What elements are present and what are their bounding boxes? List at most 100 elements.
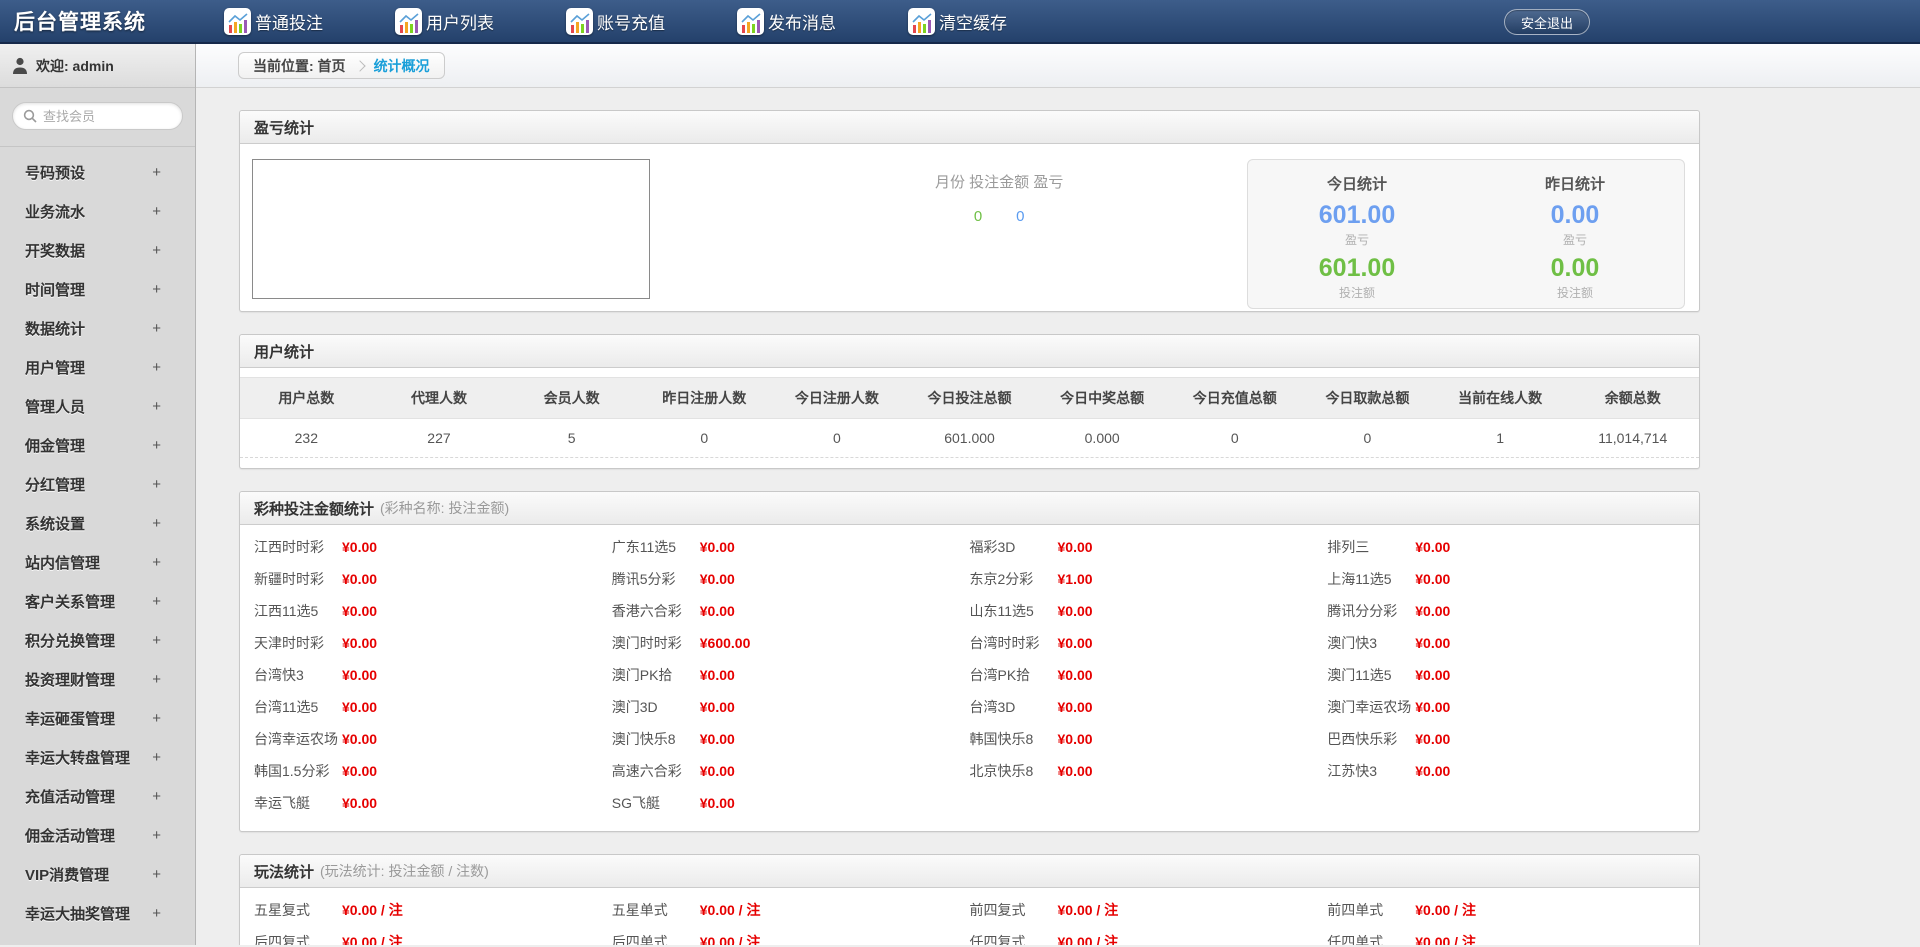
lottery-amount: ¥0.00 <box>1057 539 1093 555</box>
sidebar-menu-item[interactable]: VIP消费管理 + <box>0 855 195 894</box>
sidebar-menu-item[interactable]: 幸运大转盘管理 + <box>0 738 195 777</box>
lottery-amount: ¥0.00 <box>342 667 378 683</box>
chevron-right-icon <box>353 60 366 72</box>
lottery-item: 台湾PK拾 ¥0.00 <box>970 659 1328 691</box>
users-column-header: 昨日注册人数 <box>662 390 747 406</box>
sidebar-menu-item[interactable]: 幸运砸蛋管理 + <box>0 699 195 738</box>
sidebar-menu-item[interactable]: 系统设置 + <box>0 504 195 543</box>
expand-plus-icon: + <box>152 164 161 181</box>
play-item: 五星单式 ¥0.00 / 注 <box>612 894 970 926</box>
sidebar-menu-item-label: 系统设置 <box>25 516 86 533</box>
top-menu-item[interactable]: 普通投注 <box>224 7 323 35</box>
lottery-item: 台湾幸运农场 ¥0.00 <box>254 723 612 755</box>
sidebar-menu-item[interactable]: 号码预设 + <box>0 153 195 192</box>
sidebar-menu-item[interactable]: 佣金管理 + <box>0 426 195 465</box>
users-column-header: 当前在线人数 <box>1458 390 1543 406</box>
sidebar-menu-item[interactable]: 幸运大抽奖管理 + <box>0 894 195 933</box>
users-table-header: 用户总数 代理人数 会员人数 昨日注册人数 今日注册人数 今日投注总额 今日中奖… <box>240 377 1699 419</box>
sidebar-menu-item-label: 数据统计 <box>25 321 86 338</box>
lottery-name: 韩国快乐8 <box>969 731 1034 747</box>
chart-icon <box>908 7 935 35</box>
lottery-item: 澳门快乐8 ¥0.00 <box>612 723 970 755</box>
sidebar-menu-item[interactable]: 分红管理 + <box>0 465 195 504</box>
sidebar-menu-item[interactable]: 投资理财管理 + <box>0 660 195 699</box>
sidebar-menu-item[interactable]: 数据统计 + <box>0 309 195 348</box>
lottery-amount: ¥600.00 <box>699 635 751 651</box>
sidebar-menu-item[interactable]: 佣金活动管理 + <box>0 816 195 855</box>
sidebar-menu-item-label: 管理人员 <box>25 399 86 416</box>
sidebar-menu-item-label: 佣金管理 <box>25 438 86 455</box>
lottery-name: 江西11选5 <box>254 603 319 619</box>
play-amount: ¥0.00 / 注 <box>699 902 761 918</box>
top-menu-item[interactable]: 清空缓存 <box>908 7 1007 35</box>
sidebar-menu-item[interactable]: 站内信管理 + <box>0 543 195 582</box>
sidebar-menu-item[interactable]: 客户关系管理 + <box>0 582 195 621</box>
sidebar-menu-item-label: 业务流水 <box>25 204 86 221</box>
lottery-amount: ¥0.00 <box>342 795 378 811</box>
lottery-panel-header: 彩种投注金额统计 (彩种名称: 投注金额) <box>240 492 1699 525</box>
sidebar-menu-item[interactable]: 充值活动管理 + <box>0 777 195 816</box>
lottery-name: 山东11选5 <box>969 603 1034 619</box>
sidebar-menu-item[interactable]: 业务流水 + <box>0 192 195 231</box>
expand-plus-icon: + <box>152 476 161 493</box>
lottery-amount: ¥0.00 <box>1057 667 1093 683</box>
today-stats: 今日统计 601.00 盈亏 601.00 投注额 <box>1248 173 1466 308</box>
sidebar-menu-item-label: VIP消费管理 <box>25 867 110 884</box>
lottery-item: 台湾时时彩 ¥0.00 <box>970 627 1328 659</box>
top-menu-item[interactable]: 发布消息 <box>737 7 836 35</box>
top-menu-item[interactable]: 账号充值 <box>566 7 665 35</box>
expand-plus-icon: + <box>152 827 161 844</box>
yesterday-profit-label: 盈亏 <box>1562 233 1587 247</box>
lottery-item: 福彩3D ¥0.00 <box>970 531 1328 563</box>
lottery-name: 澳门快3 <box>1327 635 1378 651</box>
logout-button[interactable]: 安全退出 <box>1503 9 1590 35</box>
sidebar-menu-item[interactable]: 开奖数据 + <box>0 231 195 270</box>
breadcrumb-current[interactable]: 统计概况 <box>374 56 430 76</box>
lottery-amount: ¥0.00 <box>1415 603 1451 619</box>
search-input[interactable] <box>43 108 163 124</box>
users-column-header: 代理人数 <box>410 390 467 406</box>
lottery-item: 山东11选5 ¥0.00 <box>970 595 1328 627</box>
lottery-amount: ¥0.00 <box>342 635 378 651</box>
play-item: 五星复式 ¥0.00 / 注 <box>254 894 612 926</box>
lottery-name: 腾讯5分彩 <box>611 571 676 587</box>
lottery-name: 澳门幸运农场 <box>1327 699 1412 715</box>
app-title: 后台管理系统 <box>14 11 146 34</box>
sidebar-menu-item[interactable]: 积分兑换管理 + <box>0 621 195 660</box>
lottery-item: 台湾11选5 ¥0.00 <box>254 691 612 723</box>
play-panel-subtitle: (玩法统计: 投注金额 / 注数) <box>320 863 489 879</box>
lottery-name: 天津时时彩 <box>254 635 324 651</box>
sidebar-menu-item[interactable]: 用户管理 + <box>0 348 195 387</box>
lottery-amount: ¥0.00 <box>699 699 735 715</box>
users-column-header: 今日投注总额 <box>927 390 1012 406</box>
legend-header: 月份 投注金额 盈亏 <box>935 174 1064 191</box>
sidebar-menu-item[interactable]: 管理人员 + <box>0 387 195 426</box>
lottery-item: 澳门11选5 ¥0.00 <box>1327 659 1685 691</box>
lottery-item: 澳门PK拾 ¥0.00 <box>612 659 970 691</box>
expand-plus-icon: + <box>152 515 161 532</box>
user-icon <box>12 57 28 75</box>
top-menu-item[interactable]: 用户列表 <box>395 7 494 35</box>
lottery-name: 台湾幸运农场 <box>254 731 338 747</box>
lottery-amount: ¥0.00 <box>1057 635 1093 651</box>
top-menu-item-label: 用户列表 <box>426 13 494 33</box>
top-menu-item-label: 清空缓存 <box>939 13 1007 33</box>
users-column-value: 1 <box>1496 430 1504 446</box>
lottery-amount: ¥0.00 <box>1415 667 1451 683</box>
expand-plus-icon: + <box>152 866 161 883</box>
play-item: 前四单式 ¥0.00 / 注 <box>1327 894 1685 926</box>
lottery-name: 广东11选5 <box>611 539 677 555</box>
daily-stats-box: 今日统计 601.00 盈亏 601.00 投注额 昨日统计 0.00 盈亏 0… <box>1247 159 1685 309</box>
sidebar-menu-item-label: 投资理财管理 <box>25 672 116 689</box>
lottery-item: 上海11选5 ¥0.00 <box>1327 563 1685 595</box>
lottery-item: 澳门幸运农场 ¥0.00 <box>1327 691 1685 723</box>
play-amount: ¥0.00 / 注 <box>1415 902 1476 918</box>
lottery-item: 澳门快3 ¥0.00 <box>1327 627 1685 659</box>
sidebar-menu-item[interactable]: 时间管理 + <box>0 270 195 309</box>
users-column-value: 5 <box>567 430 576 446</box>
lottery-item: 巴西快乐彩 ¥0.00 <box>1327 723 1685 755</box>
lottery-name: 高速六合彩 <box>611 763 682 779</box>
play-amount: ¥0.00 / 注 <box>1057 934 1119 945</box>
play-grid: 五星复式 ¥0.00 / 注 五星单式 ¥0.00 / 注 前四复式 ¥0.00… <box>240 888 1699 945</box>
yesterday-stats: 昨日统计 0.00 盈亏 0.00 投注额 <box>1466 173 1684 308</box>
